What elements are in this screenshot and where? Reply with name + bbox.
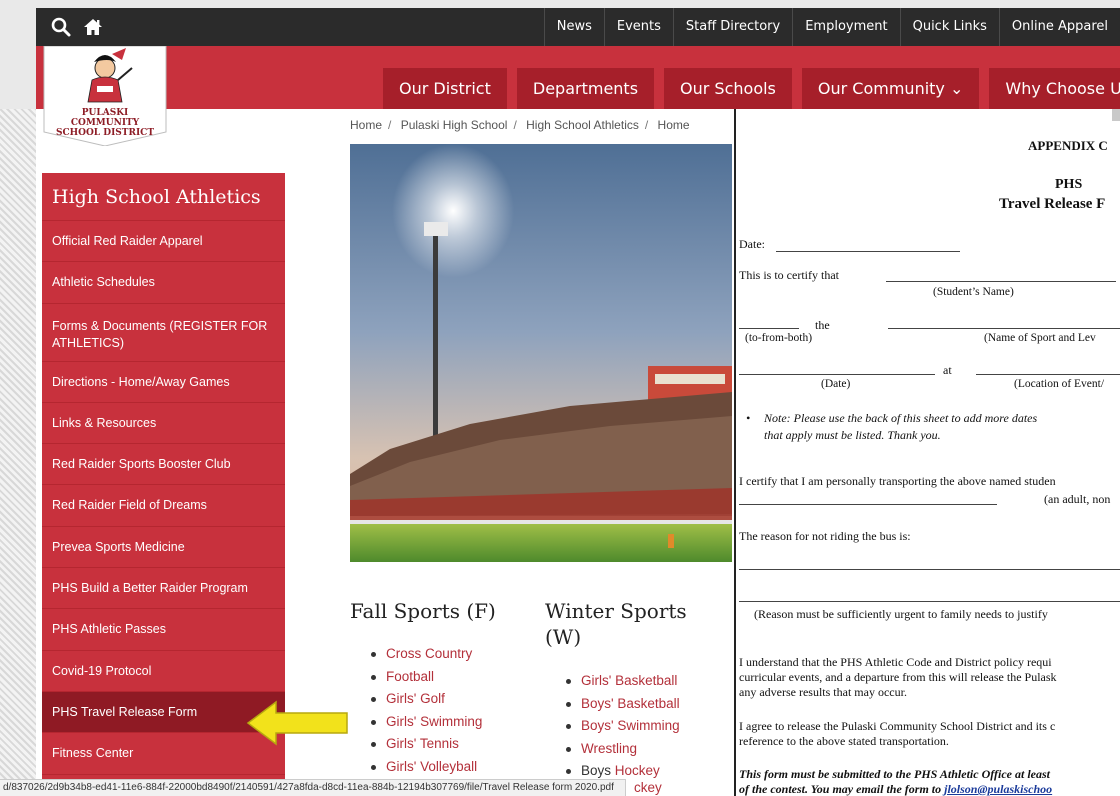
sport-girls-tennis[interactable]: Girls' Tennis: [368, 733, 482, 756]
pdf-preview[interactable]: APPENDIX C PHS Travel Release F Date: Th…: [734, 109, 1120, 796]
winter-sports-heading: Winter Sports (W): [545, 598, 687, 650]
sidebar-item-field-of-dreams[interactable]: Red Raider Field of Dreams: [42, 485, 285, 527]
winter-heading-line1: Winter Sports: [545, 599, 687, 623]
breadcrumb: Home / Pulaski High School / High School A…: [350, 118, 690, 132]
sport-partial-item[interactable]: ckey: [634, 780, 662, 795]
utility-link-employment[interactable]: Employment: [792, 8, 899, 46]
pdf-transport-line2: (an adult, non: [1044, 492, 1111, 506]
sport-boys-swimming[interactable]: Boys' Swimming: [563, 715, 680, 738]
sidebar-item-schedules[interactable]: Athletic Schedules: [42, 262, 285, 304]
pdf-release-line2: reference to the above stated transporta…: [739, 734, 949, 748]
pdf-date-line: [776, 251, 960, 252]
pdf-student-line: [886, 281, 1116, 282]
sidebar-item-forms[interactable]: Forms & Documents (REGISTER FOR ATHLETIC…: [42, 304, 285, 362]
home-icon[interactable]: [82, 16, 104, 38]
pdf-note-bullet: •: [746, 411, 751, 425]
pdf-the-label: the: [815, 318, 830, 332]
pdf-code-line3: any adverse results that may occur.: [739, 685, 907, 699]
breadcrumb-athletics[interactable]: High School Athletics: [526, 118, 639, 132]
logo-label: PULASKI COMMUNITY SCHOOL DISTRICT: [50, 108, 160, 138]
breadcrumb-current: Home: [657, 118, 690, 132]
pdf-location-caption: (Location of Event/: [1014, 378, 1105, 390]
sidebar-title: High School Athletics: [42, 173, 285, 221]
pdf-title: Travel Release F: [999, 196, 1106, 212]
pdf-sport-line: [888, 328, 1120, 329]
sport-boys-basketball[interactable]: Boys' Basketball: [563, 693, 680, 716]
utility-link-quick-links[interactable]: Quick Links: [899, 8, 999, 46]
sidebar-item-booster-club[interactable]: Red Raider Sports Booster Club: [42, 444, 285, 486]
utility-link-events[interactable]: Events: [603, 8, 673, 46]
sidebar-item-sports-medicine[interactable]: Prevea Sports Medicine: [42, 527, 285, 569]
nav-our-community[interactable]: Our Community ⌄: [801, 68, 980, 109]
pdf-note-line2: that apply must be listed. Thank you.: [764, 428, 941, 442]
pdf-code-line2: curricular events, and a departure from …: [739, 670, 1057, 684]
sidebar-item-covid[interactable]: Covid-19 Protocol: [42, 651, 285, 692]
utility-bar: News Events Staff Directory Employment Q…: [36, 8, 1120, 46]
sidebar-item-links[interactable]: Links & Resources: [42, 403, 285, 445]
pdf-submit-line1: This form must be submitted to the PHS A…: [739, 767, 1051, 781]
sport-girls-basketball[interactable]: Girls' Basketball: [563, 670, 680, 693]
pdf-reason-line1: [739, 569, 1120, 570]
page: News Events Staff Directory Employment Q…: [0, 0, 1120, 796]
sport-girls-swimming[interactable]: Girls' Swimming: [368, 711, 482, 734]
pdf-reason-line2: [739, 601, 1120, 602]
sport-girls-golf[interactable]: Girls' Golf: [368, 688, 482, 711]
breadcrumb-home[interactable]: Home: [350, 118, 382, 132]
winter-heading-line2: (W): [545, 625, 582, 649]
pdf-adult-line: [739, 504, 997, 505]
utility-link-online-apparel[interactable]: Online Apparel: [998, 8, 1120, 46]
logo-text-line2: SCHOOL DISTRICT: [55, 128, 155, 138]
pdf-reason-label: The reason for not riding the bus is:: [739, 529, 911, 543]
utility-link-news[interactable]: News: [543, 8, 604, 46]
sport-girls-volleyball[interactable]: Girls' Volleyball: [368, 756, 482, 779]
pdf-date-caption: (Date): [821, 378, 851, 390]
winter-sports-list: Girls' Basketball Boys' Basketball Boys'…: [563, 670, 680, 783]
sport-cross-country[interactable]: Cross Country: [368, 643, 482, 666]
breadcrumb-school[interactable]: Pulaski High School: [401, 118, 508, 132]
sidebar-item-better-raider[interactable]: PHS Build a Better Raider Program: [42, 568, 285, 610]
nav-our-district[interactable]: Our District: [383, 68, 507, 109]
pdf-transport-line1: I certify that I am personally transport…: [739, 474, 1056, 488]
pdf-email-link[interactable]: jlolson@pulaskischoo: [944, 782, 1052, 796]
pdf-certify-label: This is to certify that: [739, 268, 839, 282]
pdf-release-line1: I agree to release the Pulaski Community…: [739, 719, 1056, 733]
browser-status-url: d/837026/2d9b34b8-ed41-11e6-884f-22000bd…: [0, 779, 626, 796]
search-icon[interactable]: [50, 16, 72, 38]
pdf-reason-caption: (Reason must be sufficiently urgent to f…: [754, 607, 1048, 621]
boys-hockey-prefix: Boys: [581, 763, 615, 778]
pdf-date2-line: [739, 374, 935, 375]
utility-link-staff-directory[interactable]: Staff Directory: [672, 8, 792, 46]
pdf-tofrom-caption: (to-from-both): [745, 332, 813, 344]
sport-wrestling[interactable]: Wrestling: [563, 738, 680, 761]
nav-our-schools[interactable]: Our Schools: [664, 68, 792, 109]
pdf-appendix: APPENDIX C: [1028, 138, 1108, 153]
pdf-at-label: at: [943, 363, 952, 377]
pdf-submit-prefix: of the contest. You may email the form t…: [739, 782, 945, 796]
stadium-photo: [350, 144, 732, 562]
pdf-student-caption: (Student’s Name): [933, 286, 1014, 298]
pdf-submit-line2: of the contest. You may email the form t…: [739, 782, 1052, 796]
yellow-pointer-arrow-icon: [246, 700, 348, 746]
boys-hockey-link[interactable]: Hockey: [615, 763, 660, 778]
pdf-date-label: Date:: [739, 237, 765, 251]
fall-sports-list: Cross Country Football Girls' Golf Girls…: [368, 643, 482, 778]
pdf-scrollbar[interactable]: [1112, 109, 1120, 121]
sidebar-item-apparel[interactable]: Official Red Raider Apparel: [42, 221, 285, 263]
pdf-tofrom-line: [739, 328, 799, 329]
pdf-code-line1: I understand that the PHS Athletic Code …: [739, 655, 1052, 669]
logo-text-line1: PULASKI COMMUNITY: [70, 108, 140, 128]
nav-departments[interactable]: Departments: [516, 68, 655, 109]
main-nav: Our District Departments Our Schools Our…: [383, 68, 1120, 109]
sidebar-item-athletic-passes[interactable]: PHS Athletic Passes: [42, 609, 285, 651]
district-logo[interactable]: PULASKI COMMUNITY SCHOOL DISTRICT: [42, 45, 168, 147]
pdf-note-line1: Note: Please use the back of this sheet …: [764, 411, 1038, 425]
nav-why-choose-us[interactable]: Why Choose Us: [989, 68, 1120, 109]
utility-nav: News Events Staff Directory Employment Q…: [543, 8, 1120, 46]
pdf-sport-caption: (Name of Sport and Lev: [984, 332, 1096, 344]
pdf-phs: PHS: [1055, 177, 1083, 192]
sport-football[interactable]: Football: [368, 666, 482, 689]
fall-sports-heading: Fall Sports (F): [350, 599, 496, 623]
sidebar-item-directions[interactable]: Directions - Home/Away Games: [42, 362, 285, 403]
pdf-location-line: [976, 374, 1120, 375]
